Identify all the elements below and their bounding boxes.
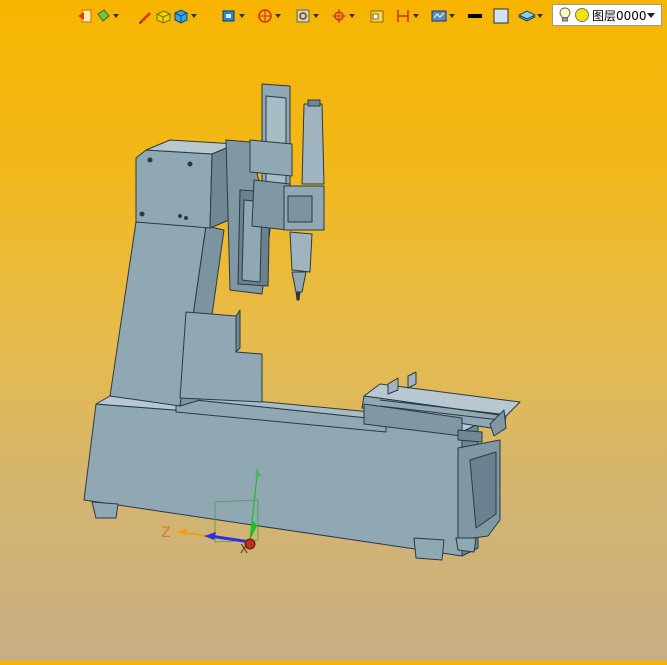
needle-tip — [295, 291, 301, 301]
toolbar-group-render — [220, 6, 246, 26]
toolbar-group-layers — [518, 6, 544, 26]
zoom-dropdown[interactable] — [312, 7, 320, 25]
toolbar-group-section — [394, 6, 420, 26]
toolbar-group-window — [368, 6, 386, 26]
render-dropdown[interactable] — [238, 7, 246, 25]
foot-right — [413, 537, 445, 561]
exit-icon[interactable] — [76, 7, 94, 25]
3d-viewport[interactable]: Z X — [0, 32, 667, 661]
fill-color-icon[interactable] — [492, 7, 510, 25]
display-mode-dropdown[interactable] — [448, 7, 456, 25]
dispenser-valve — [289, 231, 313, 273]
display-mode-icon[interactable] — [430, 7, 448, 25]
toolbar-group-colors — [466, 6, 510, 26]
view-orient-icon[interactable] — [256, 7, 274, 25]
zoom-fit-icon[interactable] — [294, 7, 312, 25]
lightbulb-icon — [559, 7, 571, 22]
foot-rear — [455, 537, 477, 553]
toolbar-group-zoom — [294, 6, 320, 26]
fill-color-swatch — [493, 8, 509, 24]
triad-z-label: Z — [161, 525, 171, 541]
line-color-swatch — [468, 14, 482, 18]
toolbar-group-display-mode — [430, 6, 456, 26]
toolbar-group-file — [76, 6, 120, 26]
dispenser-barrel — [301, 103, 325, 185]
shaded-cube-dropdown[interactable] — [190, 7, 198, 25]
solid-box-icon[interactable] — [154, 7, 172, 25]
dispensing-machine-model — [83, 83, 521, 561]
layer-name: 图层0000 — [592, 8, 647, 23]
layer-dropdown-caret[interactable] — [647, 12, 655, 18]
layer-color-dot — [575, 8, 589, 22]
toolbar-group-display — [136, 6, 198, 26]
line-color-icon[interactable] — [466, 7, 484, 25]
layer-display-icon[interactable] — [518, 7, 536, 25]
foot-left — [91, 501, 119, 519]
column-notch — [179, 311, 263, 403]
head-front — [135, 149, 213, 229]
model-canvas: Z X — [83, 83, 521, 561]
section-dropdown[interactable] — [412, 7, 420, 25]
window-icon[interactable] — [368, 7, 386, 25]
view-orient-dropdown[interactable] — [274, 7, 282, 25]
layer-display-dropdown[interactable] — [536, 7, 544, 25]
triad-z-arrow — [176, 529, 186, 535]
paint-bucket-dropdown[interactable] — [112, 7, 120, 25]
triad-x-arrow — [204, 532, 216, 540]
pan-icon[interactable] — [330, 7, 348, 25]
toolbar-group-pan — [330, 6, 356, 26]
pencil-icon[interactable] — [136, 7, 154, 25]
triad-x-label: X — [240, 542, 248, 556]
layer-selector[interactable]: 图层0000 — [552, 4, 662, 26]
pan-dropdown[interactable] — [348, 7, 356, 25]
shaded-cube-icon[interactable] — [172, 7, 190, 25]
toolbar-group-view — [256, 6, 282, 26]
toolbar: 图层0000 — [0, 0, 667, 32]
paint-bucket-icon[interactable] — [94, 7, 112, 25]
render-cube-icon[interactable] — [220, 7, 238, 25]
section-icon[interactable] — [394, 7, 412, 25]
